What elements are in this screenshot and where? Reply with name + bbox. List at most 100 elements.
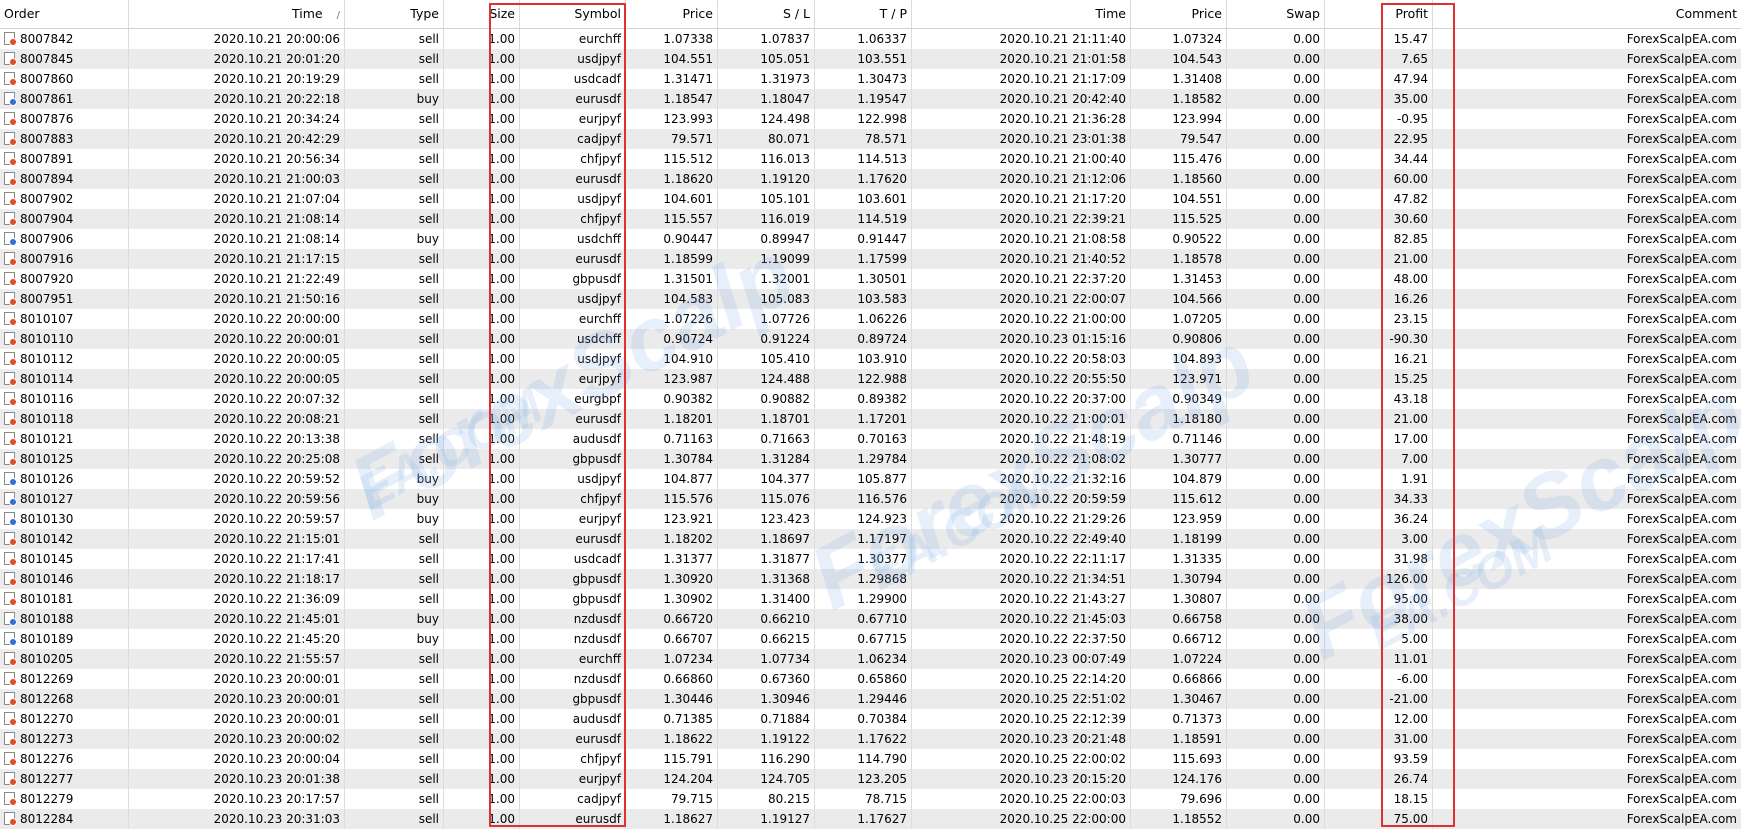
cell-profit: 35.00 xyxy=(1325,89,1433,109)
table-row[interactable]: 8010114 2020.10.22 20:00:05 sell 1.00 eurjpy… xyxy=(0,369,1741,389)
table-row[interactable]: 8012277 2020.10.23 20:01:38 sell 1.00 eurjpy… xyxy=(0,769,1741,789)
cell-order: 8012273 xyxy=(0,729,129,749)
column-header-comment[interactable]: Comment xyxy=(1433,0,1741,28)
table-row[interactable]: 8010121 2020.10.22 20:13:38 sell 1.00 audusd… xyxy=(0,429,1741,449)
column-header-time[interactable]: Time / xyxy=(129,0,345,28)
sell-order-icon xyxy=(4,752,17,766)
table-row[interactable]: 8007951 2020.10.21 21:50:16 sell 1.00 usdjpy… xyxy=(0,289,1741,309)
table-row[interactable]: 8007845 2020.10.21 20:01:20 sell 1.00 usdjpy… xyxy=(0,49,1741,69)
column-header-symbol[interactable]: Symbol xyxy=(520,0,626,28)
table-row[interactable]: 8007904 2020.10.21 21:08:14 sell 1.00 chfjpy… xyxy=(0,209,1741,229)
cell-order: 8010205 xyxy=(0,649,129,669)
table-row[interactable]: 8010112 2020.10.22 20:00:05 sell 1.00 usdjpy… xyxy=(0,349,1741,369)
column-header-size[interactable]: Size xyxy=(444,0,520,28)
column-header-sl[interactable]: S / L xyxy=(718,0,815,28)
table-row[interactable]: 8007883 2020.10.21 20:42:29 sell 1.00 cadjpy… xyxy=(0,129,1741,149)
column-header-close-price[interactable]: Price xyxy=(1131,0,1227,28)
column-header-profit[interactable]: Profit xyxy=(1325,0,1433,28)
table-row[interactable]: 8012284 2020.10.23 20:31:03 sell 1.00 eurusd… xyxy=(0,809,1741,829)
cell-symbol: chfjpyf xyxy=(520,749,626,769)
cell-size: 1.00 xyxy=(444,29,520,49)
cell-symbol: usdjpyf xyxy=(520,469,626,489)
table-row[interactable]: 8007876 2020.10.21 20:34:24 sell 1.00 eurjpy… xyxy=(0,109,1741,129)
table-row[interactable]: 8010126 2020.10.22 20:59:52 buy 1.00 usdjpyf… xyxy=(0,469,1741,489)
table-row[interactable]: 8010189 2020.10.22 21:45:20 buy 1.00 nzdusdf… xyxy=(0,629,1741,649)
table-row[interactable]: 8007906 2020.10.21 21:08:14 buy 1.00 usdchff… xyxy=(0,229,1741,249)
table-row[interactable]: 8010130 2020.10.22 20:59:57 buy 1.00 eurjpyf… xyxy=(0,509,1741,529)
cell-type: sell xyxy=(345,69,444,89)
table-row[interactable]: 8010107 2020.10.22 20:00:00 sell 1.00 eurchf… xyxy=(0,309,1741,329)
table-row[interactable]: 8007920 2020.10.21 21:22:49 sell 1.00 gbpusd… xyxy=(0,269,1741,289)
table-row[interactable]: 8007894 2020.10.21 21:00:03 sell 1.00 eurusd… xyxy=(0,169,1741,189)
table-row[interactable]: 8012279 2020.10.23 20:17:57 sell 1.00 cadjpy… xyxy=(0,789,1741,809)
cell-comment: ForexScalpEA.com xyxy=(1626,652,1737,666)
cell-close-time: 2020.10.22 20:59:59 xyxy=(912,489,1131,509)
cell-comment: ForexScalpEA.com xyxy=(1626,792,1737,806)
table-row[interactable]: 8010118 2020.10.22 20:08:21 sell 1.00 eurusd… xyxy=(0,409,1741,429)
cell-time: 2020.10.21 20:34:24 xyxy=(129,109,345,129)
column-header-price[interactable]: Price xyxy=(626,0,718,28)
cell-size: 1.00 xyxy=(444,469,520,489)
cell-profit: 43.18 xyxy=(1325,389,1433,409)
cell-close-price: 1.18180 xyxy=(1131,409,1227,429)
cell-symbol: chfjpyf xyxy=(520,209,626,229)
table-row[interactable]: 8010142 2020.10.22 21:15:01 sell 1.00 eurusd… xyxy=(0,529,1741,549)
cell-close-price: 1.30794 xyxy=(1131,569,1227,589)
cell-swap: 0.00 xyxy=(1227,369,1325,389)
table-row[interactable]: 8007860 2020.10.21 20:19:29 sell 1.00 usdcad… xyxy=(0,69,1741,89)
cell-price: 1.31501 xyxy=(626,269,718,289)
cell-symbol: eurjpyf xyxy=(520,769,626,789)
table-row[interactable]: 8010116 2020.10.22 20:07:32 sell 1.00 eurgbp… xyxy=(0,389,1741,409)
cell-tp: 1.06337 xyxy=(815,29,912,49)
cell-sl: 115.076 xyxy=(718,489,815,509)
cell-close-time: 2020.10.25 22:12:39 xyxy=(912,709,1131,729)
cell-time: 2020.10.22 20:00:00 xyxy=(129,309,345,329)
table-row[interactable]: 8012269 2020.10.23 20:00:01 sell 1.00 nzdusd… xyxy=(0,669,1741,689)
cell-order: 8007904 xyxy=(0,209,129,229)
cell-size: 1.00 xyxy=(444,729,520,749)
cell-symbol: usdchff xyxy=(520,229,626,249)
table-row[interactable]: 8012270 2020.10.23 20:00:01 sell 1.00 audusd… xyxy=(0,709,1741,729)
cell-close-price: 0.66866 xyxy=(1131,669,1227,689)
cell-sl: 0.91224 xyxy=(718,329,815,349)
column-header-tp[interactable]: T / P xyxy=(815,0,912,28)
cell-symbol: eurusdf xyxy=(520,809,626,829)
table-row[interactable]: 8010125 2020.10.22 20:25:08 sell 1.00 gbpusd… xyxy=(0,449,1741,469)
column-header-type[interactable]: Type xyxy=(345,0,444,28)
table-row[interactable]: 8007891 2020.10.21 20:56:34 sell 1.00 chfjpy… xyxy=(0,149,1741,169)
table-row[interactable]: 8010145 2020.10.22 21:17:41 sell 1.00 usdcad… xyxy=(0,549,1741,569)
cell-time: 2020.10.21 21:17:15 xyxy=(129,249,345,269)
cell-swap: 0.00 xyxy=(1227,429,1325,449)
table-row[interactable]: 8007861 2020.10.21 20:22:18 buy 1.00 eurusdf… xyxy=(0,89,1741,109)
table-row[interactable]: 8007902 2020.10.21 21:07:04 sell 1.00 usdjpy… xyxy=(0,189,1741,209)
cell-order: 8010188 xyxy=(0,609,129,629)
column-header-close-time[interactable]: Time xyxy=(912,0,1131,28)
cell-close-time: 2020.10.23 01:15:16 xyxy=(912,329,1131,349)
sell-order-icon xyxy=(4,652,17,666)
cell-sl: 0.90882 xyxy=(718,389,815,409)
cell-sl: 1.31877 xyxy=(718,549,815,569)
cell-tp: 122.988 xyxy=(815,369,912,389)
table-row[interactable]: 8010188 2020.10.22 21:45:01 buy 1.00 nzdusdf… xyxy=(0,609,1741,629)
table-row[interactable]: 8007842 2020.10.21 20:00:06 sell 1.00 eurchf… xyxy=(0,29,1741,49)
cell-close-price: 0.90522 xyxy=(1131,229,1227,249)
column-header-order[interactable]: Order xyxy=(0,0,129,28)
table-row[interactable]: 8010110 2020.10.22 20:00:01 sell 1.00 usdchf… xyxy=(0,329,1741,349)
cell-symbol: eurusdf xyxy=(520,249,626,269)
cell-close-price: 1.18578 xyxy=(1131,249,1227,269)
table-row[interactable]: 8010181 2020.10.22 21:36:09 sell 1.00 gbpusd… xyxy=(0,589,1741,609)
table-row[interactable]: 8007916 2020.10.21 21:17:15 sell 1.00 eurusd… xyxy=(0,249,1741,269)
table-row[interactable]: 8012276 2020.10.23 20:00:04 sell 1.00 chfjpy… xyxy=(0,749,1741,769)
sell-order-icon xyxy=(4,272,17,286)
table-row[interactable]: 8010127 2020.10.22 20:59:56 buy 1.00 chfjpyf… xyxy=(0,489,1741,509)
cell-type: sell xyxy=(345,529,444,549)
cell-type: sell xyxy=(345,649,444,669)
cell-close-price: 115.476 xyxy=(1131,149,1227,169)
table-row[interactable]: 8012273 2020.10.23 20:00:02 sell 1.00 eurusd… xyxy=(0,729,1741,749)
cell-type: sell xyxy=(345,709,444,729)
table-row[interactable]: 8010205 2020.10.22 21:55:57 sell 1.00 eurchf… xyxy=(0,649,1741,669)
table-row[interactable]: 8012268 2020.10.23 20:00:01 sell 1.00 gbpusd… xyxy=(0,689,1741,709)
cell-order: 8010110 xyxy=(0,329,129,349)
column-header-swap[interactable]: Swap xyxy=(1227,0,1325,28)
table-row[interactable]: 8010146 2020.10.22 21:18:17 sell 1.00 gbpusd… xyxy=(0,569,1741,589)
